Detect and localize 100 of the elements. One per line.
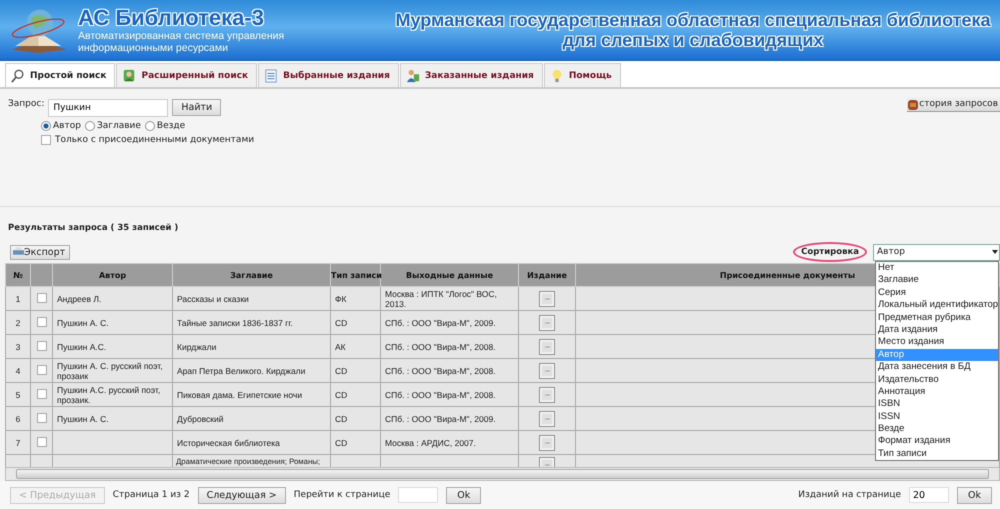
sort-option[interactable]: Тип записи	[876, 448, 998, 460]
backpack-icon	[907, 98, 920, 110]
history-button[interactable]: стория запросов	[907, 97, 1000, 112]
printer-icon	[13, 247, 24, 257]
row-checkbox[interactable]	[36, 436, 46, 446]
tab[interactable]: Простой поиск	[5, 63, 116, 87]
radio-label: Везде	[156, 121, 186, 131]
document-icon[interactable]	[539, 386, 555, 402]
row-checkbox[interactable]	[36, 316, 46, 326]
table-cell: Пиковая дама. Египетские ночи	[172, 382, 330, 406]
sort-option[interactable]: Локальный идентификатор	[876, 299, 998, 312]
table-cell: 2	[6, 310, 30, 334]
column-header: Автор	[52, 264, 172, 286]
per-page-label: Изданий на странице	[798, 490, 902, 500]
radio-button[interactable]	[41, 121, 51, 131]
sort-dropdown[interactable]: Автор	[873, 244, 1000, 260]
column-header: Заглавие	[172, 264, 330, 286]
table-cell: Андреев Л.	[52, 286, 172, 310]
row-checkbox[interactable]	[36, 340, 46, 350]
row-checkbox[interactable]	[36, 364, 46, 374]
go-button[interactable]: Ok	[446, 486, 482, 504]
sort-option[interactable]: Дата занесения в БД	[876, 361, 998, 374]
table-cell: СПб. : ООО "Вира-М", 2008.	[380, 334, 518, 358]
table-cell: Москва : ИПТК "Логос" ВОС, 2013.	[380, 286, 518, 310]
table-cell: СПб. : ООО "Вира-М", 2008.	[380, 382, 518, 406]
sort-option[interactable]: Издательство	[876, 374, 998, 386]
horizontal-scrollbar[interactable]	[5, 467, 1000, 481]
row-checkbox[interactable]	[36, 412, 46, 422]
document-icon[interactable]	[539, 290, 555, 306]
go-to-page-label: Перейти к странице	[294, 490, 390, 500]
table-cell: Историческая библиотека	[172, 430, 330, 454]
document-icon[interactable]	[539, 410, 555, 426]
table-cell: СПб. : ООО "Вира-М", 2009.	[380, 310, 518, 334]
sort-option[interactable]: Формат издания	[876, 435, 998, 448]
document-icon[interactable]	[539, 314, 555, 330]
organization-name: Мурманская государственная областная специальная библиотека	[394, 10, 992, 30]
sort-option[interactable]: ISSN	[876, 410, 998, 424]
table-cell: АК	[330, 334, 380, 358]
tab[interactable]: Расширенный поиск	[116, 63, 258, 87]
table-cell: Москва : АРДИС, 2007.	[380, 430, 518, 454]
sort-option[interactable]: Место издания	[876, 336, 998, 349]
page-info: Страница 1 из 2	[112, 490, 190, 500]
organization-name: для слепых и слабовидящих	[562, 30, 824, 50]
tab[interactable]: Заказанные издания	[400, 63, 543, 87]
results-title: Результаты запроса ( 35 записей )	[8, 223, 180, 233]
page-number-field[interactable]	[398, 487, 438, 503]
table-cell: Тайные записки 1836-1837 гг.	[172, 310, 330, 334]
query-label: Запрос:	[8, 99, 44, 109]
list-icon	[264, 68, 278, 84]
table-cell: CD	[330, 310, 380, 334]
lightbulb-icon	[550, 68, 564, 84]
table-cell: 7	[6, 430, 30, 454]
table-cell: 3	[6, 334, 30, 358]
checkbox[interactable]	[41, 135, 51, 145]
column-header: Выходные данные	[380, 264, 518, 286]
sort-option[interactable]: Дата издания	[876, 324, 998, 336]
tab[interactable]: Выбранные издания	[258, 63, 399, 87]
app-subtitle: информационными ресурсами	[78, 42, 229, 54]
table-cell: Пушкин А. С. русский поэт, прозаик	[52, 358, 172, 382]
per-page-field[interactable]: 20	[909, 487, 950, 503]
table-cell: СПб. : ООО "Вира-М", 2009.	[380, 406, 518, 430]
document-icon[interactable]	[539, 362, 555, 378]
people-icon	[406, 68, 420, 84]
table-cell: 4	[6, 358, 30, 382]
row-checkbox[interactable]	[36, 292, 46, 302]
sort-option[interactable]: Везде	[876, 423, 998, 436]
table-cell: ФК	[330, 286, 380, 310]
column-header: Тип записи	[330, 264, 380, 286]
radio-label: Заглавие	[96, 121, 141, 131]
table-cell: Пушкин А. С.	[52, 406, 172, 430]
document-icon[interactable]	[539, 434, 555, 450]
app-subtitle: Автоматизированная система управления	[78, 30, 286, 42]
radio-button[interactable]	[144, 121, 155, 131]
table-cell: 1	[6, 286, 30, 310]
table-cell: Пушкин А.С.	[52, 334, 172, 358]
document-icon[interactable]	[539, 338, 555, 354]
app-title: АС Библиотека-3	[78, 6, 265, 30]
table-cell: Дубровский	[172, 406, 330, 430]
query-field[interactable]: Пушкин	[48, 99, 168, 117]
sort-option[interactable]: Аннотация	[876, 386, 998, 398]
sort-option[interactable]: ISBN	[876, 398, 998, 411]
row-checkbox[interactable]	[36, 388, 46, 398]
radio-button[interactable]	[84, 121, 95, 131]
apply-button[interactable]: Ok	[957, 486, 992, 504]
find-button[interactable]: Найти	[172, 99, 222, 116]
sort-option[interactable]: Нет	[876, 262, 998, 274]
tab[interactable]: Помощь	[544, 63, 621, 87]
export-button[interactable]: Экспорт	[10, 244, 70, 260]
column-header: №	[6, 264, 30, 286]
sort-option[interactable]: Серия	[876, 286, 998, 300]
table-cell: Пушкин А. С.	[52, 310, 172, 334]
table-cell: Арап Петра Великого. Кирджали	[172, 358, 330, 382]
search-icon	[11, 68, 25, 84]
table-cell: CD	[330, 406, 380, 430]
sort-option[interactable]: Заглавие	[876, 274, 998, 287]
sort-option[interactable]: Предметная рубрика	[876, 312, 998, 324]
next-page-button[interactable]: Следующая >	[198, 486, 286, 504]
radio-label: Автор	[53, 121, 81, 131]
checkbox-label: Только с присоединенными документами	[55, 135, 254, 145]
table-cell: Рассказы и сказки	[172, 286, 330, 310]
